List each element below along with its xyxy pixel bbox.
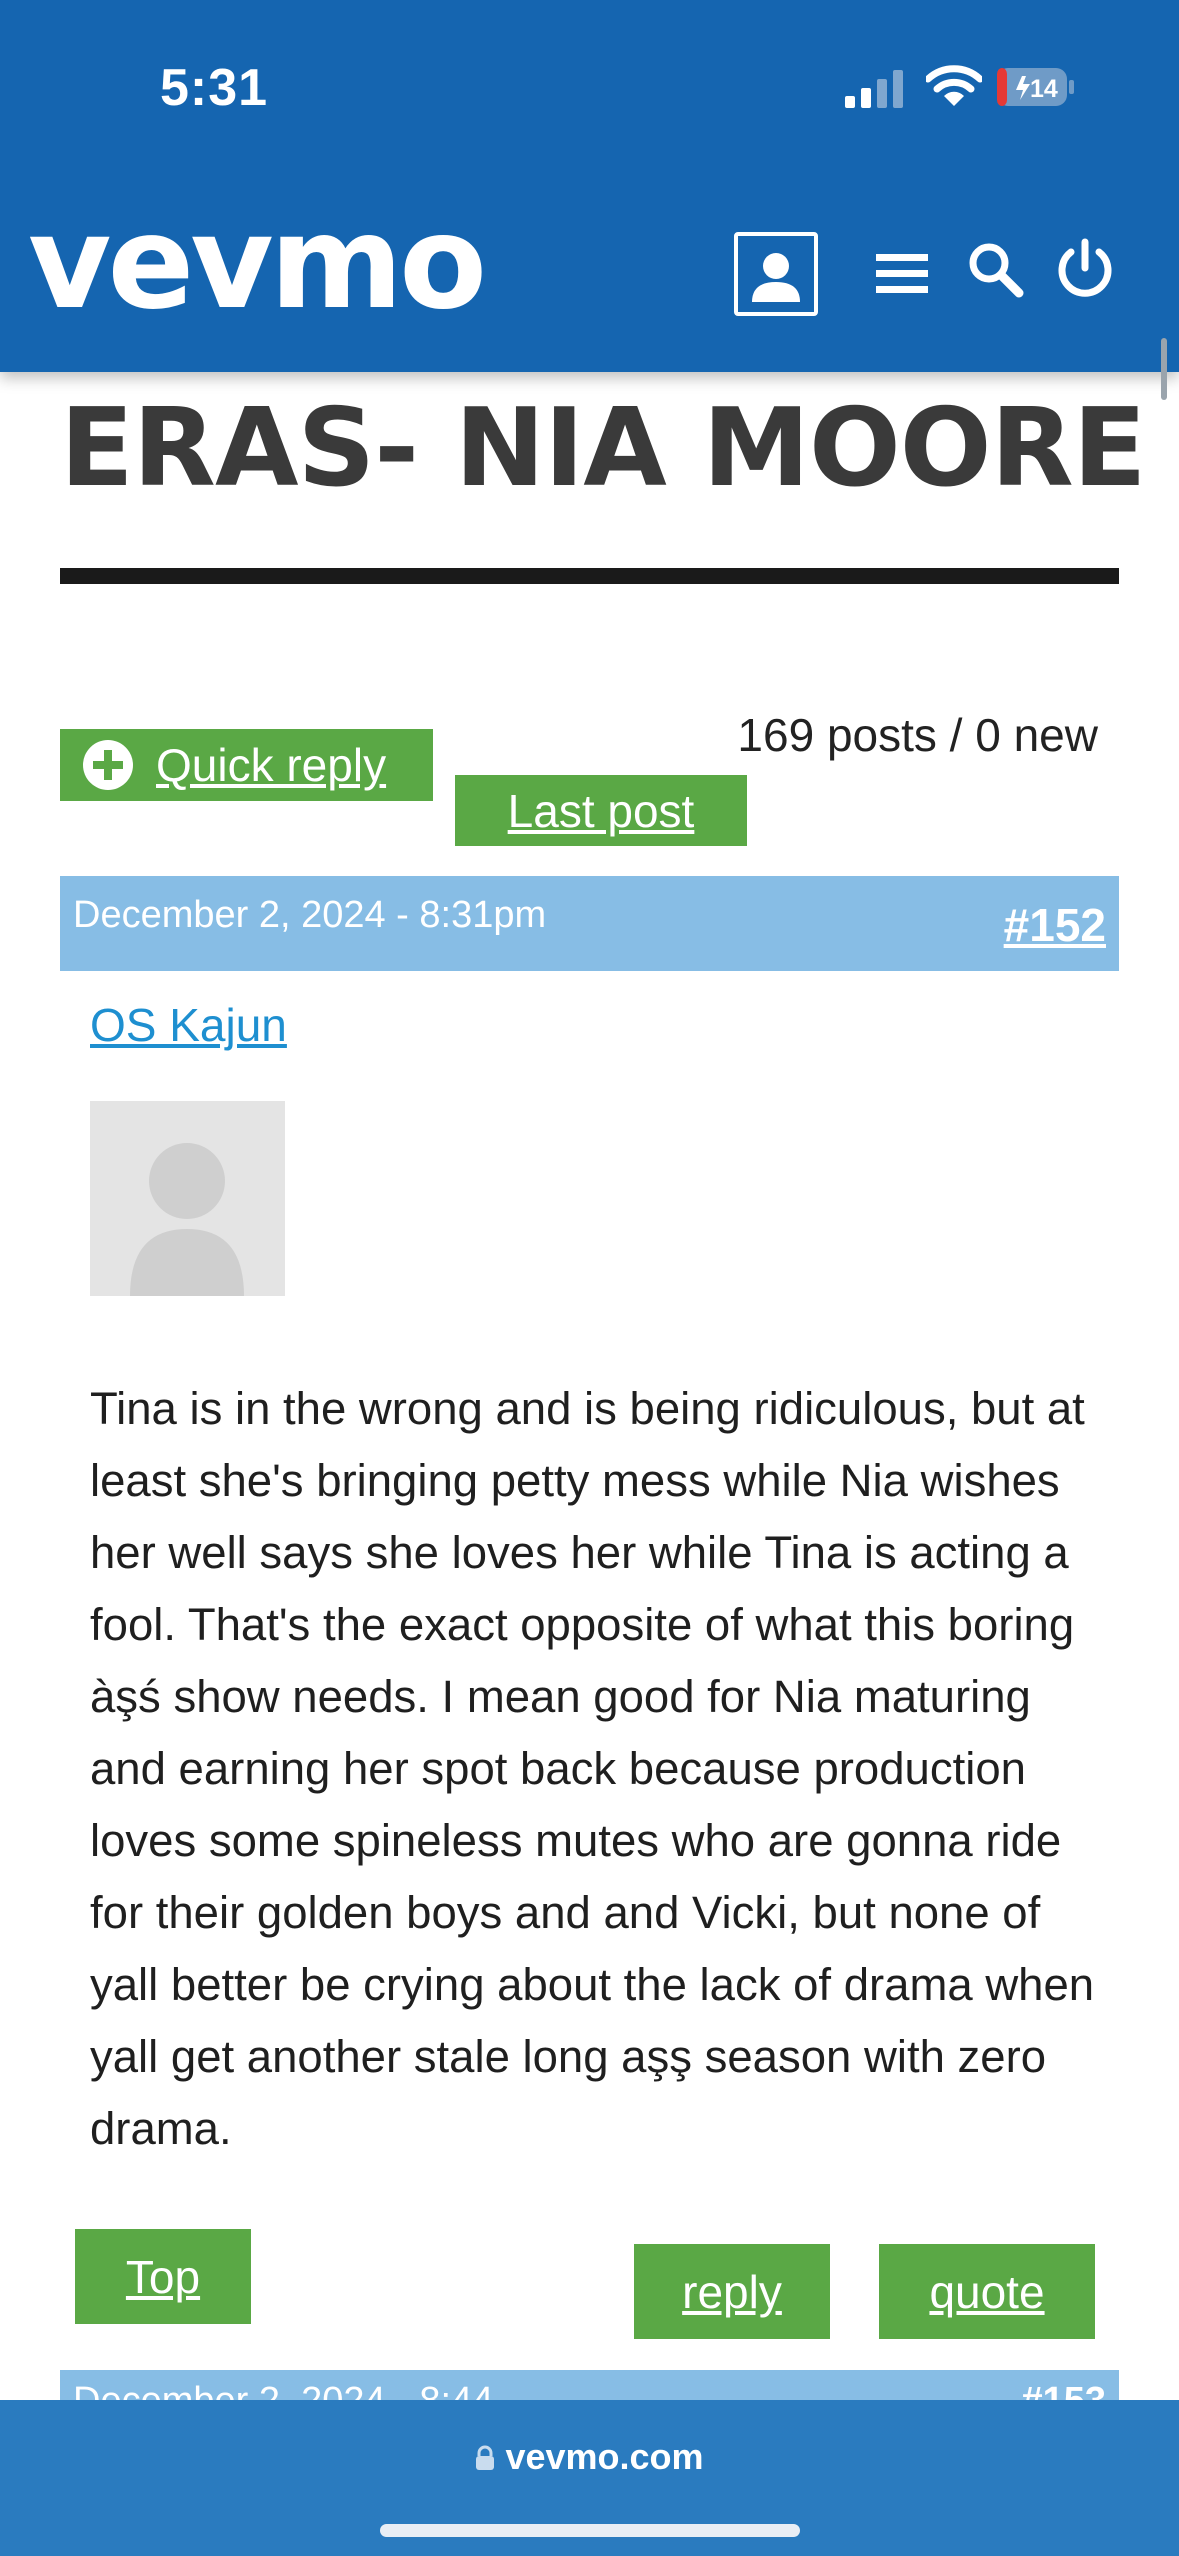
home-indicator[interactable] (380, 2524, 800, 2537)
quote-button[interactable]: quote (879, 2244, 1095, 2339)
posts-count: 169 posts / 0 new (737, 709, 1098, 761)
power-icon[interactable] (1054, 238, 1116, 300)
scrollbar-thumb[interactable] (1161, 338, 1167, 400)
status-time: 5:31 (160, 59, 269, 117)
search-icon[interactable] (966, 240, 1024, 298)
reply-button[interactable]: reply (634, 2244, 830, 2339)
site-logo[interactable]: vevmo (28, 200, 487, 328)
next-post-header: December 2, 2024 - 8:44 #153 (60, 2370, 1119, 2400)
battery-icon: 14 (997, 68, 1074, 106)
plus-circle-icon (83, 740, 133, 790)
battery-level: 14 (1030, 75, 1058, 103)
quick-reply-label: Quick reply (156, 739, 387, 791)
next-post-date: December 2, 2024 - 8:44 (73, 2380, 493, 2400)
lock-icon (476, 2445, 495, 2470)
browser-address-bar[interactable]: vevmo.com (0, 2400, 1179, 2556)
avatar[interactable] (90, 1101, 285, 1296)
site-header: 5:31 14 vevmo (0, 0, 1179, 372)
post-permalink[interactable]: #152 (1004, 898, 1106, 952)
next-post-permalink[interactable]: #153 (1021, 2380, 1106, 2400)
post-body: Tina is in the wrong and is being ridicu… (90, 1383, 1095, 2154)
top-button[interactable]: Top (75, 2229, 251, 2324)
url-text: vevmo.com (505, 2436, 704, 2477)
thread-title: ERAS- NIA MOORE (60, 386, 1147, 511)
hamburger-menu-icon[interactable] (874, 246, 930, 302)
url-display[interactable]: vevmo.com (0, 2436, 1179, 2478)
cellular-signal-icon (845, 70, 903, 108)
last-post-button[interactable]: Last post (455, 775, 747, 846)
wifi-icon (926, 65, 982, 106)
default-avatar-icon (90, 1101, 285, 1296)
post-author-link[interactable]: OS Kajun (90, 998, 287, 1052)
title-divider (60, 568, 1119, 584)
quick-reply-button[interactable]: Quick reply (60, 729, 433, 801)
post-date: December 2, 2024 - 8:31pm (73, 894, 547, 936)
account-icon[interactable] (734, 232, 818, 316)
post-header: December 2, 2024 - 8:31pm #152 (60, 876, 1119, 971)
